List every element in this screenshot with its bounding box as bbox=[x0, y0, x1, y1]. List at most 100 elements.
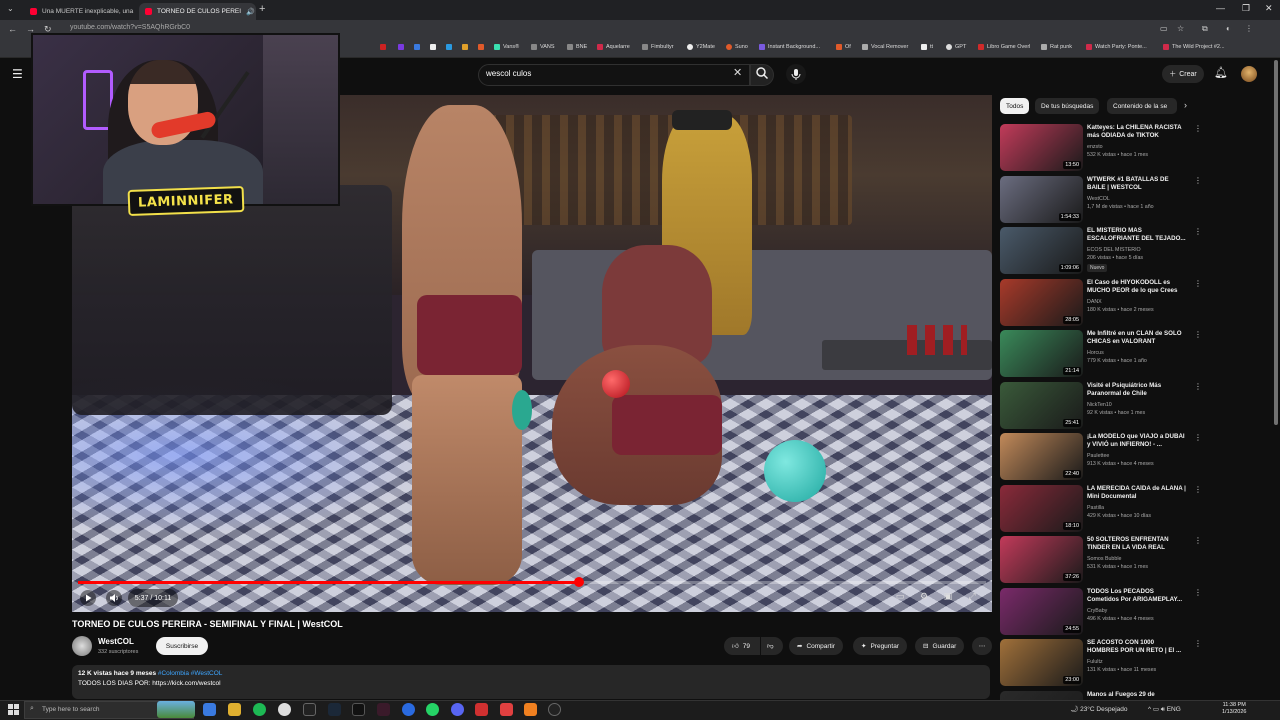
miniplayer-icon[interactable]: ▣ bbox=[941, 591, 955, 605]
chip-from-searches[interactable]: De tus búsquedas bbox=[1035, 98, 1100, 114]
chip-all[interactable]: Todos bbox=[1000, 98, 1030, 114]
extensions-icon[interactable]: ⧉ bbox=[1202, 24, 1208, 34]
more-options-icon[interactable]: ⋮ bbox=[1194, 227, 1202, 236]
recommendation-title[interactable]: 50 SOLTEROS ENFRENTAN TINDER EN LA VIDA … bbox=[1087, 536, 1187, 553]
recommendation-title[interactable]: Katteyes: La CHILENA RACISTA más ODIADA … bbox=[1087, 124, 1187, 141]
settings-gear-icon[interactable]: ⚙ bbox=[917, 591, 931, 605]
audio-playing-icon[interactable]: 🔊 bbox=[246, 8, 255, 16]
app-icon[interactable] bbox=[475, 703, 488, 716]
recommendation-item[interactable]: 23:00 SE ACOSTO CON 1000 HOMBRES POR UN R… bbox=[1000, 639, 1202, 687]
obs-icon[interactable] bbox=[548, 703, 561, 716]
search-query[interactable]: wescol culos bbox=[486, 69, 531, 78]
system-tray[interactable]: ^ ▭ 🔊︎ ENG bbox=[1148, 705, 1181, 714]
recommendation-title[interactable]: LA MERECIDA CAÍDA de ALANA | Mini Docume… bbox=[1087, 485, 1187, 502]
tab-2[interactable]: TORNEO DE CULOS PEREI 🔊 × bbox=[139, 3, 256, 20]
more-options-icon[interactable]: ⋮ bbox=[1194, 279, 1202, 288]
recommendation-channel[interactable]: Somos Bubble bbox=[1087, 556, 1121, 562]
recommendation-title[interactable]: Visité el Psiquiátrico Más Paranormal de… bbox=[1087, 382, 1187, 399]
recommendation-item[interactable]: 13:50 Katteyes: La CHILENA RACISTA más OD… bbox=[1000, 124, 1202, 172]
bookmark-item[interactable]: BNE bbox=[567, 44, 587, 50]
recommendation-channel[interactable]: Fulultz bbox=[1087, 659, 1103, 665]
play-button[interactable] bbox=[80, 590, 96, 606]
recommendation-thumbnail[interactable]: 37:26 bbox=[1000, 536, 1083, 583]
more-options-icon[interactable]: ⋮ bbox=[1194, 176, 1202, 185]
recommendation-title[interactable]: SE ACOSTO CON 1000 HOMBRES POR UN RETO |… bbox=[1087, 639, 1187, 656]
channel-name[interactable]: WestCOL bbox=[98, 637, 134, 646]
menu-dots-icon[interactable]: ⋮ bbox=[1245, 24, 1253, 33]
recommendation-channel[interactable]: Pastilla bbox=[1087, 505, 1104, 511]
back-icon[interactable]: ← bbox=[8, 24, 17, 34]
windows-start-icon[interactable] bbox=[8, 704, 19, 715]
recommendation-thumbnail[interactable]: 13:50 bbox=[1000, 124, 1083, 171]
channel-avatar[interactable] bbox=[72, 636, 92, 656]
recommendation-item[interactable]: 21:14 Me Infiltré en un CLAN de SOLO CHIC… bbox=[1000, 330, 1202, 378]
search-icon[interactable] bbox=[755, 66, 769, 80]
recommendation-item[interactable]: Manos al Fuegos 29 de⋮ bbox=[1000, 690, 1190, 700]
more-options-icon[interactable]: ⋮ bbox=[1194, 536, 1202, 545]
bookmark-item[interactable] bbox=[446, 44, 452, 50]
bookmark-item[interactable]: Fimbultyr bbox=[642, 44, 674, 50]
recommendation-item[interactable]: 22:40 ¡La MODELO que VIAJÓ a DUBÁI y VIVI… bbox=[1000, 433, 1202, 481]
recommendation-thumbnail[interactable]: 23:00 bbox=[1000, 639, 1083, 686]
clear-search-icon[interactable]: ✕ bbox=[733, 66, 742, 79]
dislike-button[interactable]: 👎︎ bbox=[761, 637, 783, 655]
recommendation-title[interactable]: Manos al Fuegos 29 de bbox=[1087, 691, 1187, 699]
recommendation-thumbnail[interactable] bbox=[1000, 690, 1083, 700]
app-icon[interactable] bbox=[500, 703, 513, 716]
bookmark-item[interactable]: Suno bbox=[726, 44, 748, 50]
bookmark-item[interactable]: Watch Party: Ponte... bbox=[1086, 44, 1147, 50]
recommendation-channel[interactable]: Horcus bbox=[1087, 350, 1104, 356]
spotify-icon[interactable] bbox=[253, 703, 266, 716]
url-field[interactable]: youtube.com/watch?v=S5AQhRGrbC0 bbox=[70, 24, 190, 31]
menu-hamburger-icon[interactable]: ☰ bbox=[12, 67, 23, 81]
copilot-icon[interactable] bbox=[203, 703, 216, 716]
hashtags[interactable]: #Colombia #WestCOL bbox=[158, 670, 223, 677]
recommendation-item[interactable]: 37:26 50 SOLTEROS ENFRENTAN TINDER EN LA … bbox=[1000, 536, 1202, 584]
recommendation-title[interactable]: EL MISTERIO MAS ESCALOFRIANTE DEL TEJADO… bbox=[1087, 227, 1187, 244]
bookmark-item[interactable]: Vocal Remover bbox=[862, 44, 908, 50]
recommendation-title[interactable]: TODOS Los PECADOS Cometidos Por ARIGAMEP… bbox=[1087, 588, 1187, 605]
more-options-icon[interactable]: ⋮ bbox=[1194, 124, 1202, 133]
recommendation-channel[interactable]: WestCOL bbox=[1087, 196, 1110, 202]
more-options-icon[interactable]: ⋮ bbox=[1194, 639, 1202, 648]
recommendation-thumbnail[interactable]: 1:54:33 bbox=[1000, 175, 1083, 223]
bookmark-item[interactable]: GPT bbox=[946, 44, 966, 50]
weather-widget[interactable]: 🌙︎ 23°C Despejado bbox=[1070, 705, 1128, 713]
share-button[interactable]: ➦ Compartir bbox=[789, 637, 843, 655]
like-button[interactable]: 👍︎ 79 bbox=[724, 637, 760, 655]
recommendation-thumbnail[interactable]: 1:09:06 bbox=[1000, 227, 1083, 274]
bookmark-item[interactable]: Libro Game Overl bbox=[978, 44, 1030, 50]
terminal-icon[interactable] bbox=[303, 703, 316, 716]
recommendation-channel[interactable]: CryBaby bbox=[1087, 608, 1107, 614]
epic-games-icon[interactable] bbox=[352, 703, 365, 716]
save-button[interactable]: ⊟ Guardar bbox=[915, 637, 965, 655]
chevron-right-icon[interactable]: › bbox=[1184, 100, 1187, 110]
more-options-icon[interactable]: ⋮ bbox=[1194, 382, 1202, 391]
recommendation-title[interactable]: Me Infiltré en un CLAN de SOLO CHICAS en… bbox=[1087, 330, 1187, 347]
app-icon[interactable] bbox=[524, 703, 537, 716]
bookmark-item[interactable]: Vans® bbox=[494, 44, 519, 50]
bookmark-item[interactable]: Of bbox=[836, 44, 851, 50]
account-avatar[interactable] bbox=[1241, 66, 1257, 82]
steam-icon[interactable] bbox=[328, 703, 341, 716]
bookmark-item[interactable] bbox=[380, 44, 386, 50]
whatsapp-icon[interactable] bbox=[426, 703, 439, 716]
bookmark-star-icon[interactable]: ☆ bbox=[1177, 24, 1184, 33]
recommendation-thumbnail[interactable]: 28:05 bbox=[1000, 278, 1083, 326]
subscribe-button[interactable]: Suscribirse bbox=[156, 637, 208, 655]
recommendation-channel[interactable]: enzsto bbox=[1087, 144, 1103, 150]
more-options-icon[interactable]: ⋮ bbox=[1194, 330, 1202, 339]
more-options-icon[interactable]: ⋮ bbox=[1194, 433, 1202, 442]
recommendation-channel[interactable]: NickTen10 bbox=[1087, 402, 1112, 408]
recommendation-thumbnail[interactable]: 21:14 bbox=[1000, 330, 1083, 377]
bookmark-item[interactable]: Rat punk bbox=[1041, 44, 1072, 50]
bookmark-item[interactable] bbox=[414, 44, 420, 50]
recommendation-item[interactable]: 18:10 LA MERECIDA CAÍDA de ALANA | Mini D… bbox=[1000, 484, 1202, 533]
profile-icon[interactable]: ◐ bbox=[1226, 24, 1231, 33]
page-scrollbar[interactable] bbox=[1274, 60, 1278, 425]
cast-icon[interactable]: ▭ bbox=[1160, 24, 1168, 33]
recommendation-thumbnail[interactable]: 18:10 bbox=[1000, 484, 1083, 532]
new-tab-icon[interactable]: + bbox=[259, 3, 265, 15]
bookmark-item[interactable]: The Wild Project #2... bbox=[1163, 44, 1225, 50]
taskbar-clock[interactable]: 11:38 PM 1/13/2026 bbox=[1222, 702, 1246, 717]
